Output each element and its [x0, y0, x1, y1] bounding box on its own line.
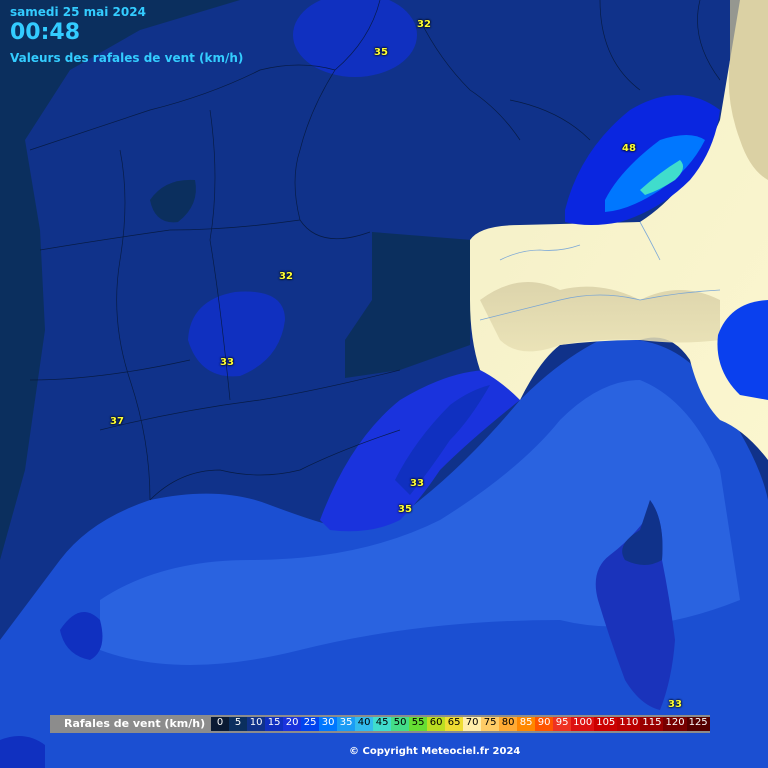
copyright-text: © Copyright Meteociel.fr 2024	[349, 746, 521, 757]
time-label: 00:48	[10, 20, 81, 45]
value-label: 48	[622, 143, 636, 154]
legend-cell-85: 85	[517, 717, 536, 731]
legend-cell-20: 20	[283, 717, 302, 731]
value-label: 33	[668, 699, 682, 710]
legend-cell-50: 50	[391, 717, 410, 731]
southwest-corner-blob	[0, 736, 45, 768]
value-label: 35	[374, 47, 388, 58]
legend-label: Rafales de vent (km/h)	[64, 717, 206, 730]
legend-bar: Rafales de vent (km/h) 0 5 10 15 20 25 30 35 40 4…	[50, 715, 710, 733]
value-label: 32	[417, 19, 431, 30]
legend-cell-80: 80	[499, 717, 518, 731]
legend-cell-115: 115	[640, 717, 664, 731]
value-label: 32	[279, 271, 293, 282]
legend-cell-95: 95	[553, 717, 572, 731]
legend-cell-100: 100	[571, 717, 595, 731]
legend-cell-10: 10	[247, 717, 266, 731]
legend-cell-5: 5	[229, 717, 248, 731]
legend-cell-110: 110	[617, 717, 641, 731]
legend-cell-35: 35	[337, 717, 356, 731]
legend-cell-25: 25	[301, 717, 320, 731]
legend-cell-125: 125	[686, 717, 710, 731]
legend-cell-45: 45	[373, 717, 392, 731]
legend-cell-55: 55	[409, 717, 428, 731]
wind-gust-map	[0, 0, 768, 768]
value-label: 33	[220, 357, 234, 368]
date-label: samedi 25 mai 2024	[10, 5, 146, 19]
legend-cell-75: 75	[481, 717, 500, 731]
value-label: 35	[398, 504, 412, 515]
legend-cell-40: 40	[355, 717, 374, 731]
legend-cell-70: 70	[463, 717, 482, 731]
legend-cell-65: 65	[445, 717, 464, 731]
legend-cell-15: 15	[265, 717, 284, 731]
map-title: Valeurs des rafales de vent (km/h)	[10, 51, 244, 65]
legend-cell-0: 0	[211, 717, 230, 731]
legend-cell-90: 90	[535, 717, 554, 731]
legend-cell-30: 30	[319, 717, 338, 731]
value-label: 37	[110, 416, 124, 427]
legend-cell-120: 120	[663, 717, 687, 731]
legend-cell-60: 60	[427, 717, 446, 731]
legend-cell-105: 105	[594, 717, 618, 731]
legend-scale: 0 5 10 15 20 25 30 35 40 45 50 55 60 65 70 75 80 85 90 95 10…	[211, 717, 710, 731]
value-label: 33	[410, 478, 424, 489]
